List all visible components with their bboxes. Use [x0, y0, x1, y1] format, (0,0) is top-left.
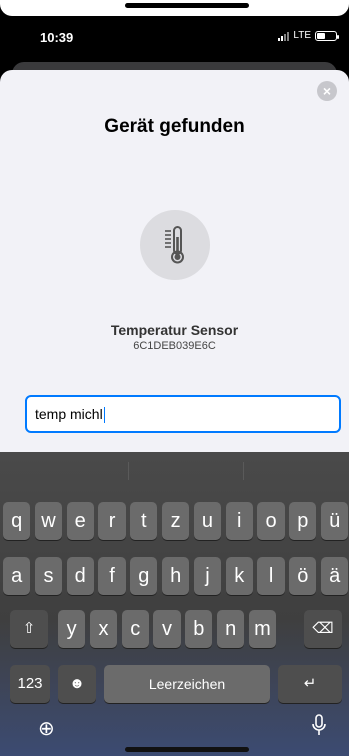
- key-a[interactable]: a: [3, 557, 31, 595]
- key-ä[interactable]: ä: [321, 557, 349, 595]
- close-icon[interactable]: ×: [317, 81, 337, 101]
- suggestion-divider: [243, 462, 244, 480]
- device-icon-circle: [140, 210, 210, 280]
- device-found-sheet: × Gerät gefunden Temperatur Sensor 6C1DE…: [0, 70, 349, 460]
- emoji-icon[interactable]: ☻: [58, 665, 96, 703]
- globe-icon[interactable]: ⊕: [38, 716, 55, 741]
- battery-icon: [315, 30, 339, 41]
- status-bar: 10:39 LTE: [0, 16, 349, 60]
- network-label: LTE: [293, 30, 311, 41]
- suggestion-bar: [0, 452, 349, 490]
- device-name-input-value: temp michl: [35, 406, 103, 422]
- shift-icon[interactable]: ⇧: [10, 610, 48, 648]
- return-icon[interactable]: ↵: [278, 665, 342, 703]
- status-indicators: LTE: [278, 30, 339, 41]
- key-b[interactable]: b: [185, 610, 213, 648]
- thermometer-icon: [165, 226, 184, 264]
- key-o[interactable]: o: [257, 502, 285, 540]
- key-f[interactable]: f: [98, 557, 126, 595]
- key-s[interactable]: s: [34, 557, 63, 595]
- key-r[interactable]: r: [98, 502, 126, 540]
- key-j[interactable]: j: [193, 557, 222, 595]
- key-t[interactable]: t: [130, 502, 158, 540]
- status-time: 10:39: [40, 30, 74, 45]
- home-indicator: [125, 747, 249, 752]
- key-w[interactable]: w: [34, 502, 63, 540]
- key-i[interactable]: i: [225, 502, 253, 540]
- key-d[interactable]: d: [66, 557, 94, 595]
- keyboard: q w e r t z u i o p ü a s d f g h j k l ö ä ⇧ y x c v b n m ⌫ 123 ☻ Leerz…: [0, 452, 349, 756]
- top-strip: [0, 0, 349, 16]
- device-name-input[interactable]: temp michl: [25, 395, 341, 433]
- sheet-title: Gerät gefunden: [104, 116, 245, 137]
- key-ü[interactable]: ü: [321, 502, 349, 540]
- key-c[interactable]: c: [121, 610, 149, 648]
- microphone-icon[interactable]: [312, 714, 326, 742]
- key-m[interactable]: m: [248, 610, 277, 648]
- signal-icon: [278, 31, 290, 41]
- key-n[interactable]: n: [217, 610, 245, 648]
- device-id: 6C1DEB039E6C: [133, 340, 216, 352]
- text-caret: [103, 407, 105, 424]
- suggestion-divider: [128, 462, 129, 480]
- space-key[interactable]: Leerzeichen: [104, 665, 270, 703]
- key-v[interactable]: v: [153, 610, 181, 648]
- backspace-icon[interactable]: ⌫: [304, 610, 342, 648]
- numbers-key[interactable]: 123: [10, 665, 50, 703]
- key-p[interactable]: p: [289, 502, 317, 540]
- key-z[interactable]: z: [162, 502, 190, 540]
- key-x[interactable]: x: [89, 610, 118, 648]
- key-u[interactable]: u: [193, 502, 222, 540]
- grabber-bar: [125, 3, 249, 8]
- key-g[interactable]: g: [130, 557, 158, 595]
- key-q[interactable]: q: [3, 502, 31, 540]
- key-l[interactable]: l: [257, 557, 285, 595]
- device-name: Temperatur Sensor: [110, 322, 239, 338]
- key-e[interactable]: e: [66, 502, 94, 540]
- key-ö[interactable]: ö: [289, 557, 317, 595]
- key-h[interactable]: h: [162, 557, 190, 595]
- key-y[interactable]: y: [58, 610, 86, 648]
- key-k[interactable]: k: [225, 557, 253, 595]
